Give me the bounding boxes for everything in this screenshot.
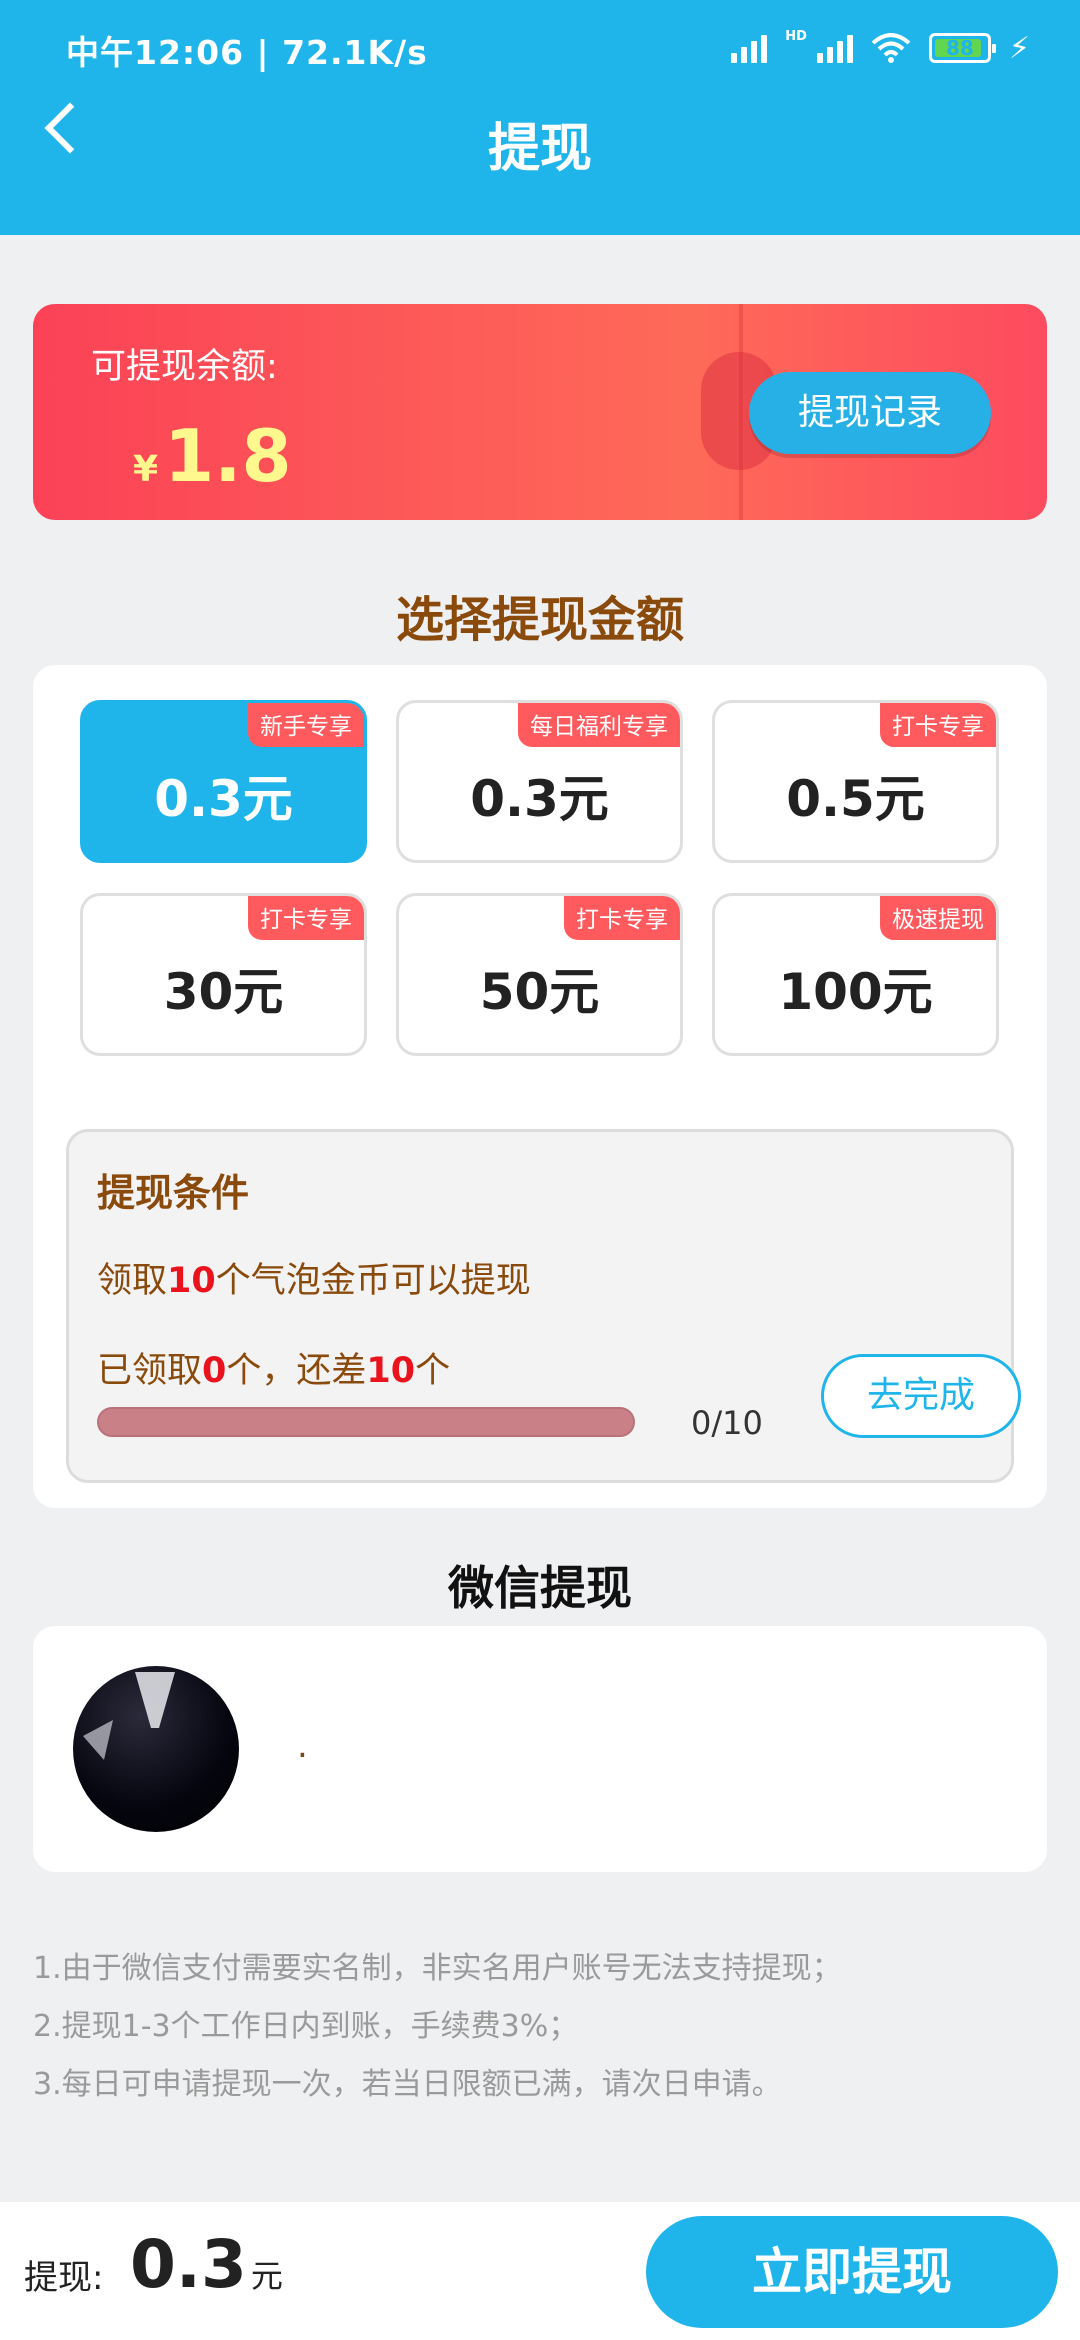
req-suffix: 个气泡金币可以提现 [215,1261,531,1301]
signal-icon [731,33,768,63]
balance-value: 1.8 [164,414,292,498]
got-prefix: 已领取 [97,1351,203,1391]
wifi-icon [871,33,911,63]
amount-value: 50元 [479,963,600,1021]
amount-value: 30元 [163,963,284,1021]
amount-tag: 每日福利专享 [518,703,680,747]
got-mid: 个，还差 [226,1351,367,1391]
signal-icon-2 [816,33,853,63]
bottom-amount: 0.3 元 [130,2226,283,2303]
amount-value: 0.3元 [154,770,293,828]
avatar-detail-2 [83,1720,113,1760]
amount-option-4[interactable]: 打卡专享 30元 [80,893,367,1056]
balance-card: 可提现余额: ¥1.8 提现记录 [33,304,1047,520]
note-item: 1.由于微信支付需要实名制，非实名用户账号无法支持提现； [33,1951,842,1986]
battery-level: 88 [946,36,974,60]
header: 中午12:06 | 72.1K/s HD 88 ⚡ 提现 [0,0,1080,235]
amount-option-1[interactable]: 新手专享 0.3元 [80,700,367,863]
amount-option-6[interactable]: 极速提现 100元 [712,893,999,1056]
got-count: 0 [202,1351,227,1391]
note-item: 2.提现1-3个工作日内到账，手续费3%； [33,2009,579,2044]
amount-tag: 极速提现 [880,896,996,940]
note-item: 3.每日可申请提现一次，若当日限额已满，请次日申请。 [33,2067,782,2102]
amount-option-2[interactable]: 每日福利专享 0.3元 [396,700,683,863]
remain-count: 10 [366,1351,416,1391]
withdraw-record-button[interactable]: 提现记录 [749,372,991,454]
currency-symbol: ¥ [133,449,159,490]
balance-amount: ¥1.8 [133,414,292,498]
bottom-amount-unit: 元 [250,2257,283,2295]
avatar [73,1666,239,1832]
wechat-account-card[interactable]: . [33,1626,1047,1872]
battery-icon: 88 [928,33,996,63]
status-icons: HD 88 ⚡ [731,28,1030,68]
amount-value: 100元 [778,963,933,1021]
amount-panel: 新手专享 0.3元 每日福利专享 0.3元 打卡专享 0.5元 打卡专享 30元… [33,665,1047,1508]
bottom-bar: 提现: 0.3 元 立即提现 [0,2202,1080,2340]
select-amount-title: 选择提现金额 [395,592,684,648]
go-complete-button[interactable]: 去完成 [821,1354,1021,1438]
amount-tag: 打卡专享 [880,703,996,747]
balance-label: 可提现余额: [91,347,278,387]
condition-progress-text: 已领取0个，还差10个 [97,1342,450,1393]
req-count: 10 [167,1261,216,1301]
bottom-label: 提现: [24,2258,104,2298]
got-suffix: 个 [415,1351,451,1391]
progress-bar [97,1407,635,1437]
amount-value: 0.5元 [786,770,925,828]
avatar-detail [135,1672,175,1728]
amount-tag: 打卡专享 [564,896,680,940]
bottom-amount-value: 0.3 [130,2226,247,2303]
withdraw-notes: 1.由于微信支付需要实名制，非实名用户账号无法支持提现； 2.提现1-3个工作日… [33,1940,842,2114]
req-prefix: 领取 [97,1261,168,1301]
condition-requirement: 领取10个气泡金币可以提现 [97,1252,531,1303]
amount-tag: 新手专享 [248,703,364,747]
progress-fraction: 0/10 [691,1404,763,1442]
withdraw-conditions: 提现条件 领取10个气泡金币可以提现 已领取0个，还差10个 0/10 去完成 [66,1129,1021,1483]
wechat-withdraw-title: 微信提现 [448,1561,632,1615]
wechat-nickname: . [297,1726,308,1766]
page-title: 提现 [487,119,592,179]
withdraw-now-button[interactable]: 立即提现 [646,2216,1058,2328]
status-time-speed: 中午12:06 | 72.1K/s [66,33,428,72]
conditions-title: 提现条件 [97,1171,250,1215]
amount-tag: 打卡专享 [248,896,364,940]
amount-option-5[interactable]: 打卡专享 50元 [396,893,683,1056]
bolt-icon: ⚡ [1008,30,1030,66]
amount-option-3[interactable]: 打卡专享 0.5元 [712,700,999,863]
amount-value: 0.3元 [470,770,609,828]
hd-label: HD [785,28,807,44]
